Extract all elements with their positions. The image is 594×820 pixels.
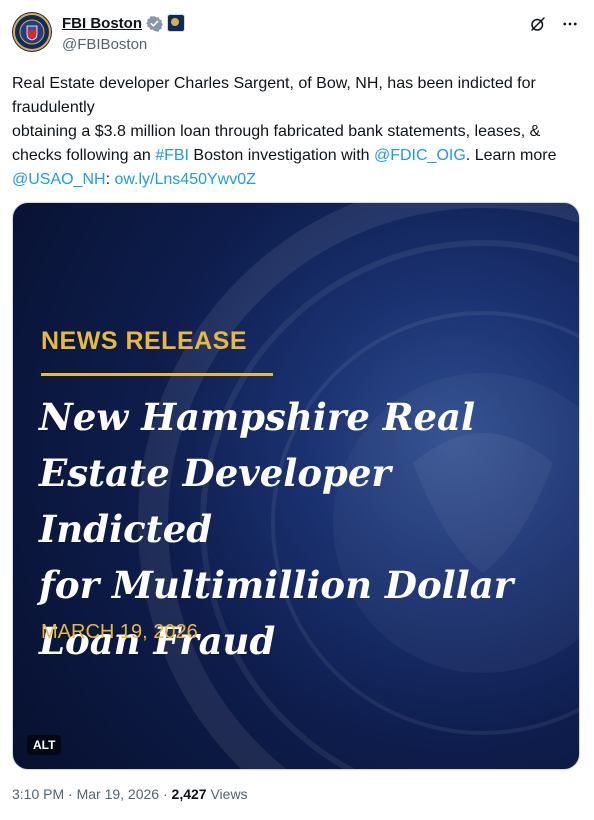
media-image[interactable]: NEWS RELEASE New Hampshire Real Estate D… [12,202,580,770]
views-label: Views [206,786,248,802]
tweet-text-body: obtaining a $3.8 million loan through fa… [12,120,582,192]
timestamp[interactable]: 3:10 PM · Mar 19, 2026 · [12,786,172,802]
url-link[interactable]: ow.ly/Lns450Ywv0Z [114,171,255,188]
headline-line: for Multimillion Dollar [39,563,514,607]
top-actions [528,14,580,34]
tweet-meta: 3:10 PM · Mar 19, 2026 · 2,427 Views [12,786,248,802]
more-icon[interactable] [560,14,580,34]
headline-line: New Hampshire Real [39,395,476,439]
affiliate-seal-icon[interactable] [167,14,185,32]
tweet-text: Real Estate developer Charles Sargent, o… [12,72,582,192]
account-name-row: FBI Boston [62,14,185,32]
alt-badge[interactable]: ALT [27,735,62,755]
account-handle[interactable]: @FBIBoston [62,36,147,53]
tweet-text-line1: Real Estate developer Charles Sargent, o… [12,75,536,116]
news-release-rule [41,373,273,376]
news-release-label: NEWS RELEASE [41,327,248,355]
headline-line: Estate Developer Indicted [39,451,391,551]
tweet-text-segment: Boston investigation with [188,147,374,164]
views-count: 2,427 [171,786,207,802]
mention-link-usao[interactable]: @USAO_NH [12,171,106,188]
verified-badge-icon [146,15,163,32]
tweet-text-segment: . Learn more [465,147,557,164]
account-name[interactable]: FBI Boston [62,15,142,32]
avatar[interactable] [12,12,52,52]
fbi-seal-icon [13,13,51,51]
grok-icon[interactable] [528,14,548,34]
media-date: MARCH 19, 2026 [41,621,198,643]
hashtag-link[interactable]: #FBI [155,147,189,164]
mention-link-fdic[interactable]: @FDIC_OIG [374,147,466,164]
